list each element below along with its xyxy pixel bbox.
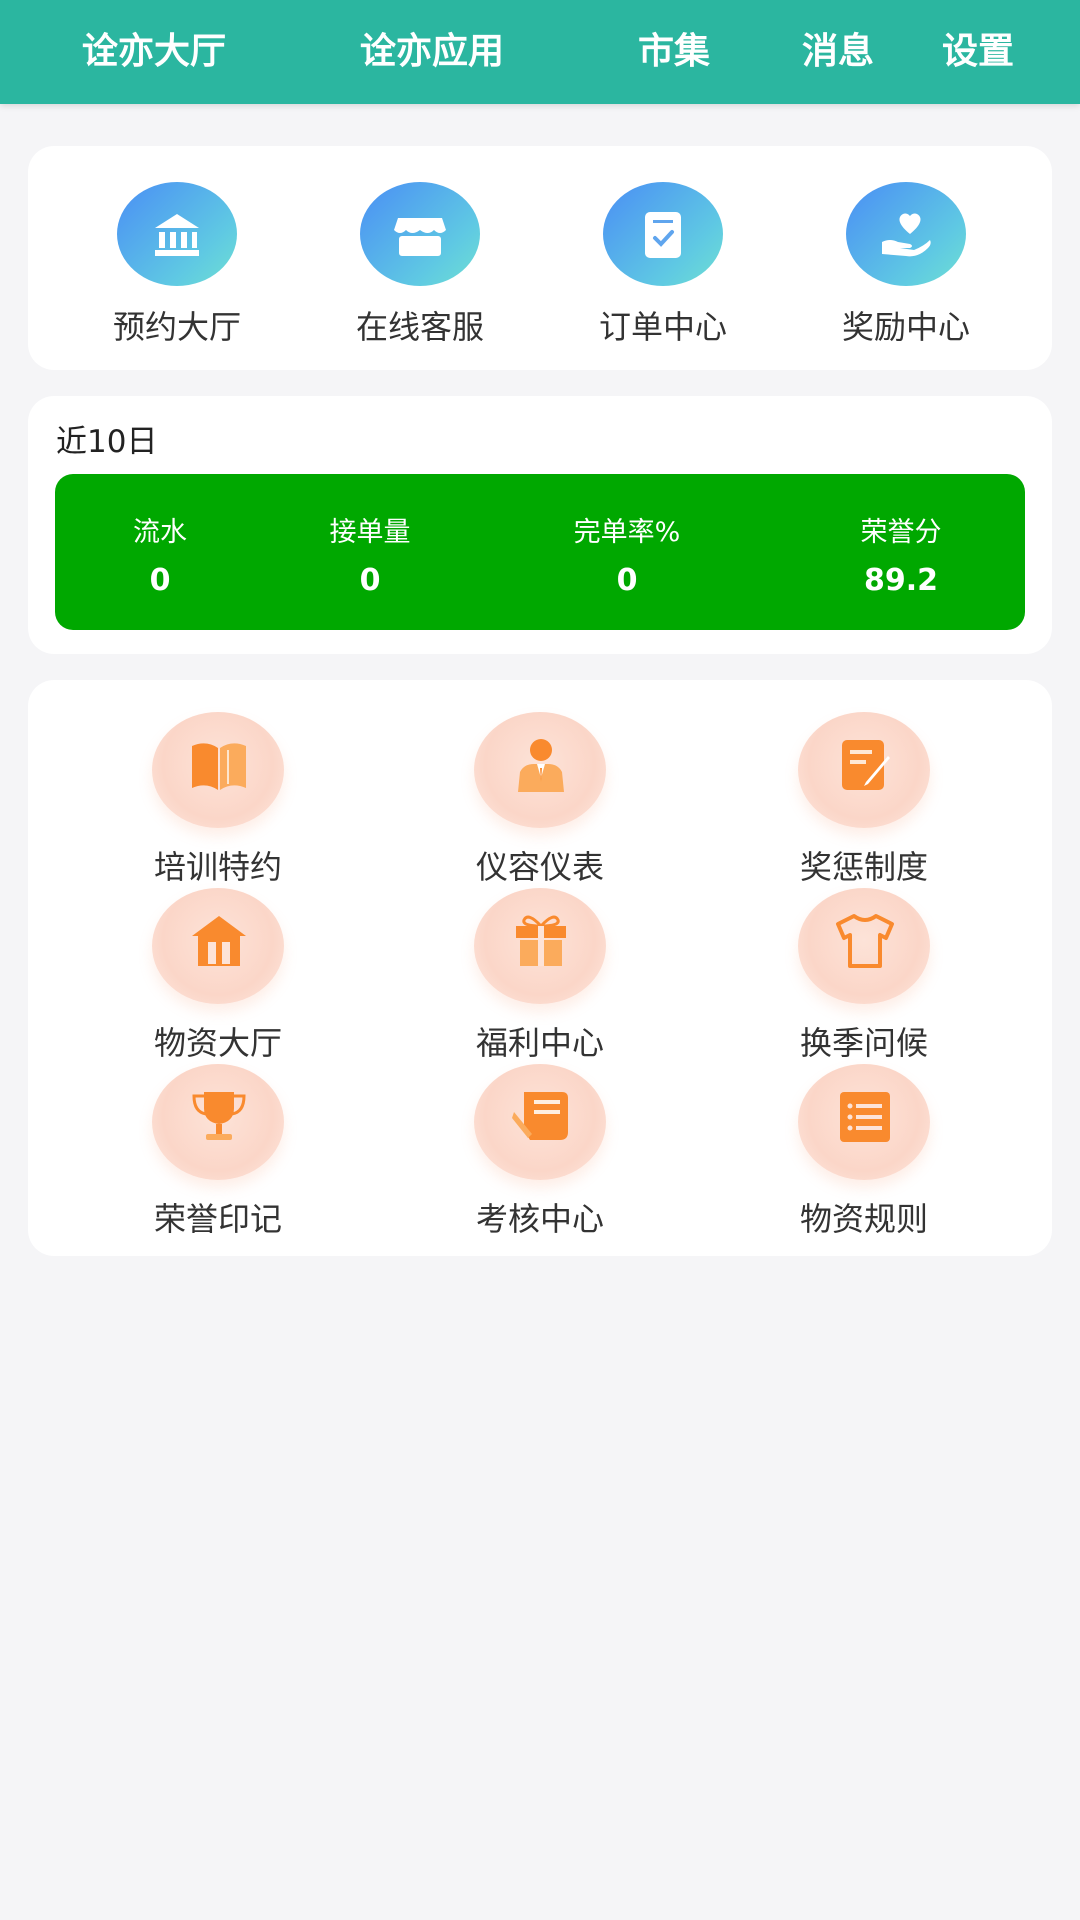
grid-item-assessment[interactable]: 考核中心 [410, 1064, 670, 1240]
note-edit-icon [798, 712, 930, 828]
stat-value: 0 [616, 563, 638, 598]
tab-market[interactable]: 市集 [638, 22, 710, 82]
quick-item-reward-center[interactable]: 奖励中心 [806, 182, 1006, 348]
person-suit-icon [474, 712, 606, 828]
grid-item-season-greeting[interactable]: 换季问候 [734, 888, 994, 1064]
quick-item-booking-hall[interactable]: 预约大厅 [77, 182, 277, 348]
heart-hand-icon [846, 182, 966, 286]
stat-order-count: 接单量 0 [270, 510, 470, 598]
top-navigation-bar: 诠亦大厅 诠亦应用 市集 消息 设置 [0, 0, 1080, 104]
grid-item-honor-marks[interactable]: 荣誉印记 [88, 1064, 348, 1240]
stat-value: 0 [359, 563, 381, 598]
list-icon [798, 1064, 930, 1180]
stats-card: 近10日 流水 0 接单量 0 完单率% 0 荣誉分 89.2 [28, 396, 1052, 654]
stats-summary-box: 流水 0 接单量 0 完单率% 0 荣誉分 89.2 [55, 474, 1025, 630]
shirt-icon [798, 888, 930, 1004]
grid-item-supplies-rules[interactable]: 物资规则 [734, 1064, 994, 1240]
building-icon [117, 182, 237, 286]
grid-label: 换季问候 [799, 1024, 928, 1062]
stat-value: 89.2 [863, 563, 939, 598]
stat-label: 接单量 [329, 517, 411, 548]
grid-label: 培训特约 [153, 848, 282, 886]
shop-icon [360, 182, 480, 286]
tab-settings[interactable]: 设置 [942, 22, 1014, 82]
stat-label: 流水 [133, 517, 187, 548]
trophy-icon [152, 1064, 284, 1180]
book-icon [152, 712, 284, 828]
quick-item-order-center[interactable]: 订单中心 [563, 182, 763, 348]
grid-label: 考核中心 [475, 1200, 604, 1238]
function-grid-card: 培训特约 仪容仪表 奖惩制度 物资大厅 福利中心 换季问候 荣誉印记 考核中心 … [28, 680, 1052, 1256]
grid-item-welfare-center[interactable]: 福利中心 [410, 888, 670, 1064]
quick-label: 订单中心 [598, 308, 727, 346]
grid-label: 荣誉印记 [153, 1200, 282, 1238]
stat-turnover: 流水 0 [60, 510, 260, 598]
stat-label: 完单率% [573, 517, 681, 548]
quick-label: 预约大厅 [112, 308, 241, 346]
grid-label: 物资规则 [799, 1200, 928, 1238]
stats-period-title: 近10日 [56, 424, 158, 460]
grid-item-reward-rules[interactable]: 奖惩制度 [734, 712, 994, 888]
grid-item-training[interactable]: 培训特约 [88, 712, 348, 888]
exam-icon [474, 1064, 606, 1180]
quick-item-online-service[interactable]: 在线客服 [320, 182, 520, 348]
quick-label: 奖励中心 [841, 308, 970, 346]
tab-quanyi-hall[interactable]: 诠亦大厅 [82, 22, 226, 82]
grid-label: 奖惩制度 [799, 848, 928, 886]
stat-label: 荣誉分 [860, 517, 942, 548]
quick-access-card: 预约大厅 在线客服 订单中心 奖励中心 [28, 146, 1052, 370]
tab-quanyi-apps[interactable]: 诠亦应用 [360, 22, 504, 82]
grid-label: 仪容仪表 [475, 848, 604, 886]
stat-completion-rate: 完单率% 0 [527, 510, 727, 598]
quick-label: 在线客服 [355, 308, 484, 346]
stat-honor-score: 荣誉分 89.2 [801, 510, 1001, 598]
gift-icon [474, 888, 606, 1004]
grid-item-appearance[interactable]: 仪容仪表 [410, 712, 670, 888]
grid-item-supplies-hall[interactable]: 物资大厅 [88, 888, 348, 1064]
order-check-icon [603, 182, 723, 286]
tab-messages[interactable]: 消息 [802, 22, 874, 82]
stat-value: 0 [149, 563, 171, 598]
grid-label: 福利中心 [475, 1024, 604, 1062]
grid-label: 物资大厅 [153, 1024, 282, 1062]
house-icon [152, 888, 284, 1004]
